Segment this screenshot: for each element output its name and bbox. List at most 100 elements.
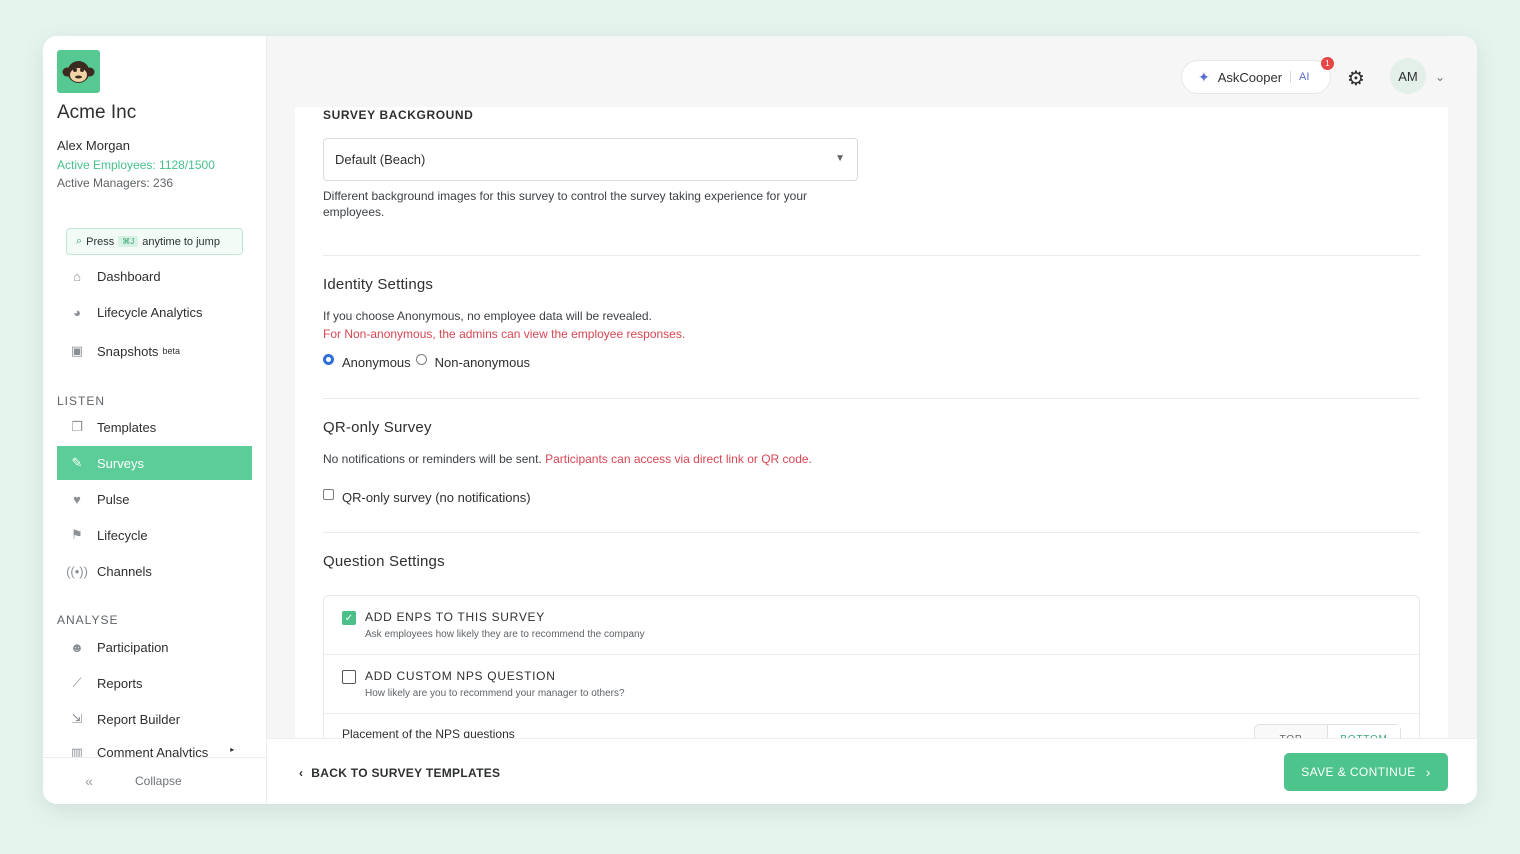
custom-nps-subtitle: How likely are you to recommend your man… [365, 688, 625, 699]
top-bar: ✦ AskCooper AI 1 ⚙ AM ⌄ [267, 36, 1477, 107]
save-label: SAVE & CONTINUE [1301, 765, 1416, 779]
qr-warning: Participants can access via direct link … [545, 452, 812, 466]
divider [323, 532, 1420, 533]
qr-only-option[interactable]: QR-only survey (no notifications) [323, 489, 531, 505]
placement-top-option[interactable]: TOP [1255, 725, 1327, 739]
sidebar-item-comment-analytics[interactable]: ▥ Comment Analytics ▸ [57, 737, 252, 757]
sidebar-item-label: Participation [97, 639, 169, 655]
divider [323, 398, 1420, 399]
double-chevron-left-icon: « [85, 773, 93, 789]
sidebar-item-label: Comment Analytics [97, 745, 209, 757]
background-select-value: Default (Beach) [335, 152, 426, 167]
sparkle-icon: ✦ [1198, 68, 1210, 85]
sidebar-item-label: Pulse [97, 491, 130, 507]
sidebar-item-label: Templates [97, 419, 157, 435]
background-select[interactable]: Default (Beach) ▼ [323, 138, 858, 181]
active-employees-count[interactable]: Active Employees: 1128/1500 [57, 158, 215, 172]
nps-placement-toggle[interactable]: TOP BOTTOM [1254, 724, 1401, 738]
jump-press-text: Press [86, 235, 115, 248]
search-icon: ⌕ [76, 235, 83, 247]
background-help-text: Different background images for this sur… [323, 189, 808, 219]
identity-warning-text: For Non-anonymous, the admins can view t… [323, 327, 686, 341]
pencil-icon: ✎ [71, 455, 83, 470]
non-anonymous-radio[interactable] [415, 354, 427, 365]
sidebar-item-label: Lifecycle [97, 527, 148, 543]
notification-badge: 1 [1321, 57, 1334, 70]
avatar[interactable]: AM [1390, 58, 1426, 94]
sidebar-item-snapshots[interactable]: ▣ Snapshots beta [57, 334, 252, 368]
collapse-sidebar-button[interactable]: « Collapse [43, 757, 267, 804]
chevron-right-icon: › [1425, 764, 1431, 780]
sidebar-item-label: Reports [97, 675, 143, 691]
gear-icon[interactable]: ⚙ [1347, 66, 1365, 91]
askcooper-label: AskCooper [1217, 69, 1283, 85]
divider [323, 255, 1420, 256]
anonymous-radio[interactable] [323, 354, 334, 365]
main-area: ✦ AskCooper AI 1 ⚙ AM ⌄ SURVEY BACKGROUN… [267, 36, 1477, 804]
sidebar-item-lifecycle[interactable]: ⚑ Lifecycle [57, 518, 252, 552]
section-label-analyse: ANALYSE [57, 613, 119, 627]
home-icon: ⌂ [73, 268, 81, 284]
back-label: BACK TO SURVEY TEMPLATES [311, 766, 501, 780]
qr-only-checkbox[interactable] [323, 489, 334, 500]
sidebar-item-reports[interactable]: ⟋ Reports [57, 666, 252, 700]
shortcut-key: ⌘J [118, 236, 139, 247]
sidebar-item-label: Dashboard [97, 268, 161, 284]
sidebar-item-surveys[interactable]: ✎ Surveys [57, 446, 252, 480]
back-to-templates-button[interactable]: ‹ BACK TO SURVEY TEMPLATES [299, 766, 500, 780]
beta-badge: beta [162, 346, 180, 356]
sidebar-item-templates[interactable]: ❐ Templates [57, 410, 252, 444]
jump-suffix-text: anytime to jump [142, 235, 220, 248]
sidebar-item-label: Report Builder [97, 711, 181, 727]
collapse-label: Collapse [135, 774, 182, 788]
copy-icon: ❐ [71, 419, 83, 434]
nps-options-card: ✓ ADD ENPS TO THIS SURVEY Ask employees … [323, 595, 1420, 738]
caret-down-icon: ▼ [835, 153, 845, 164]
quick-jump-hint[interactable]: ⌕ Press ⌘J anytime to jump [66, 228, 243, 255]
company-name: Acme Inc [57, 102, 137, 123]
qr-info: No notifications or reminders will be se… [323, 452, 542, 466]
save-continue-button[interactable]: SAVE & CONTINUE › [1284, 753, 1448, 791]
camera-icon: ▣ [70, 343, 84, 358]
nps-placement-label: Placement of the NPS questions [342, 727, 515, 738]
sidebar-item-label: Surveys [97, 455, 144, 471]
sidebar-item-channels[interactable]: ((•)) Channels [57, 554, 252, 588]
chevron-down-icon[interactable]: ⌄ [1435, 70, 1445, 84]
app-window: Acme Inc Alex Morgan Active Employees: 1… [43, 36, 1477, 804]
sidebar-item-label: Channels [97, 563, 152, 579]
sidebar-item-label: Lifecycle Analytics [97, 304, 203, 320]
enps-option-row[interactable]: ✓ ADD ENPS TO THIS SURVEY Ask employees … [324, 596, 1419, 655]
flag-icon: ⚑ [71, 527, 83, 542]
qr-only-label[interactable]: QR-only survey (no notifications) [342, 490, 531, 505]
sidebar: Acme Inc Alex Morgan Active Employees: 1… [43, 36, 267, 804]
line-chart-icon: ⟋ [72, 675, 82, 690]
custom-nps-title: ADD CUSTOM NPS QUESTION [365, 669, 556, 683]
placement-bottom-option[interactable]: BOTTOM [1327, 725, 1400, 738]
custom-nps-option-row[interactable]: ADD CUSTOM NPS QUESTION How likely are y… [324, 655, 1419, 714]
chevron-right-icon: ▸ [230, 745, 235, 754]
footer-bar: ‹ BACK TO SURVEY TEMPLATES SAVE & CONTIN… [267, 738, 1477, 804]
question-settings-heading: Question Settings [323, 553, 445, 570]
enps-title: ADD ENPS TO THIS SURVEY [365, 610, 545, 624]
user-name: Alex Morgan [57, 138, 130, 153]
custom-nps-checkbox[interactable] [342, 670, 356, 684]
survey-settings-panel[interactable]: SURVEY BACKGROUND Default (Beach) ▼ Diff… [295, 107, 1448, 738]
survey-background-heading: SURVEY BACKGROUND [323, 108, 474, 122]
broadcast-icon: ((•)) [66, 563, 88, 579]
sidebar-item-dashboard[interactable]: ⌂ Dashboard [57, 259, 252, 293]
askcooper-button[interactable]: ✦ AskCooper AI [1181, 60, 1331, 94]
anonymous-label[interactable]: Anonymous [342, 355, 411, 370]
enps-checkbox[interactable]: ✓ [342, 611, 356, 625]
identity-radio-group: Anonymous Non-anonymous [323, 354, 530, 370]
sidebar-item-participation[interactable]: ☻ Participation [57, 630, 252, 664]
bar-chart-icon: ▥ [70, 745, 84, 757]
sidebar-item-report-builder[interactable]: ⇲ Report Builder [57, 702, 252, 736]
non-anonymous-label[interactable]: Non-anonymous [435, 355, 530, 370]
section-label-listen: LISTEN [57, 394, 106, 408]
sidebar-item-lifecycle-analytics[interactable]: ◕ Lifecycle Analytics [57, 295, 252, 329]
company-logo[interactable] [57, 50, 100, 93]
sidebar-item-label: Snapshots [97, 343, 159, 359]
qr-info-text: No notifications or reminders will be se… [323, 452, 812, 466]
sidebar-item-pulse[interactable]: ♥ Pulse [57, 482, 252, 516]
chevron-left-icon: ‹ [299, 766, 304, 780]
